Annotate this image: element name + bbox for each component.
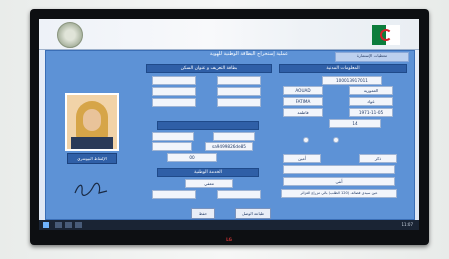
birth-code-field[interactable]: 14 <box>329 119 381 128</box>
surname-latin-field[interactable]: AOUAD <box>283 86 323 95</box>
page-title: عملية إستخراج البطاقة الوطنية للهوية <box>209 51 289 57</box>
start-icon[interactable] <box>43 222 49 228</box>
nin-field[interactable]: 100013917011 <box>322 76 382 85</box>
tv-brand-logo: LG <box>226 237 232 242</box>
middle-field-3[interactable] <box>152 142 192 151</box>
card-field-1[interactable] <box>152 76 196 85</box>
citizen-photo <box>65 93 119 151</box>
algeria-flag-icon <box>372 25 400 45</box>
biometric-capture-button[interactable]: الإلتقاط البيومتري <box>67 153 117 164</box>
card-field-2[interactable] <box>217 76 261 85</box>
save-button[interactable]: حفظ <box>191 208 215 219</box>
card-field-6[interactable] <box>217 98 261 107</box>
middle-field-1[interactable] <box>152 132 194 141</box>
card-field-4[interactable] <box>217 87 261 96</box>
middle-field-2[interactable] <box>213 132 255 141</box>
breadcrumb-tab[interactable]: معطيات الإستمارة <box>335 52 409 62</box>
banner-title <box>99 25 349 35</box>
taskbar-clock: 11:07 <box>401 222 413 227</box>
taskbar-app-icon[interactable] <box>75 222 82 228</box>
print-receipt-button[interactable]: طباعة الوصل <box>235 208 271 219</box>
mother-field[interactable]: أمين <box>283 154 321 163</box>
birthplace-field[interactable] <box>283 165 395 174</box>
firstname-latin-field[interactable]: FATIMA <box>283 97 323 106</box>
os-taskbar: 11:07 <box>39 220 419 230</box>
card-field-3[interactable] <box>152 87 196 96</box>
gender-radio-male[interactable] <box>303 137 309 143</box>
service-status-field[interactable]: معفي <box>185 179 233 188</box>
section-national-service-header: الخدمة الوطنية <box>157 168 259 177</box>
service-field-2[interactable] <box>152 190 196 199</box>
address-full-field[interactable]: عين سيدي فضالة، (120 الطلب) بالي مزراع ا… <box>281 189 397 198</box>
taskbar-app-icon[interactable] <box>65 222 72 228</box>
father-field[interactable]: ذكر <box>359 154 397 163</box>
section-civil-header: المعلومات المدنية <box>279 64 407 73</box>
state-emblem-icon <box>57 22 83 48</box>
birth-date-field[interactable]: 1971-11-05 <box>349 108 393 117</box>
number-field[interactable]: 00 <box>167 153 217 162</box>
signature-image <box>74 182 108 196</box>
service-field-3[interactable] <box>217 190 261 199</box>
banner-subtitle <box>99 35 349 43</box>
app-screen: عملية إستخراج البطاقة الوطنية للهوية معط… <box>39 19 419 230</box>
wilaya-field[interactable]: العمورية <box>349 86 393 95</box>
gender-radio-female[interactable] <box>333 137 339 143</box>
section-card-address-header: بطاقة التعريف و عنوان السكن <box>146 64 272 73</box>
firstname-ar-field[interactable]: فاطمة <box>283 108 323 117</box>
taskbar-app-icon[interactable] <box>55 222 62 228</box>
card-field-5[interactable] <box>152 98 196 107</box>
doc-number-field[interactable]: sa9499826de85 <box>205 142 253 151</box>
gender-field[interactable]: أنثى <box>283 177 395 186</box>
section-middle-header <box>157 121 259 130</box>
surname-ar-field[interactable]: عواد <box>349 97 393 106</box>
app-banner <box>39 19 419 50</box>
